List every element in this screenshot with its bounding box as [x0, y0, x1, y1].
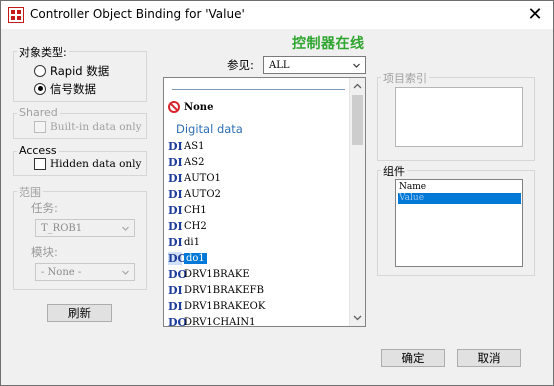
signal-data-radio[interactable]	[34, 82, 46, 95]
chevron-down-icon	[353, 63, 360, 68]
index-label: 项目索引	[381, 70, 429, 86]
controller-online-status: 控制器在线	[292, 36, 365, 52]
list-item[interactable]: DI AS1	[168, 138, 204, 154]
built-in-data-checkbox	[34, 121, 46, 133]
list-item-selected[interactable]: DO do1	[168, 250, 207, 266]
signal-name: AUTO1	[184, 172, 221, 184]
list-scrollbar[interactable]	[349, 78, 365, 326]
signal-name: CH1	[184, 204, 207, 216]
shared-group: Shared Built-in data only	[13, 106, 147, 139]
list-item[interactable]: DI CH1	[168, 202, 207, 218]
signal-type-badge: DO	[168, 251, 188, 265]
rapid-data-radio[interactable]	[34, 64, 46, 77]
none-label: None	[184, 101, 214, 113]
task-value: T_ROB1	[41, 222, 83, 234]
object-type-label: 对象类型:	[17, 44, 69, 60]
controller-object-binding-dialog: Controller Object Binding for 'Value' ✕ …	[0, 0, 554, 386]
signal-name: AUTO2	[184, 188, 221, 200]
built-in-data-label: Built-in data only	[50, 121, 142, 133]
refresh-button[interactable]: 刷新	[47, 304, 112, 322]
view-label: 参见:	[227, 58, 254, 72]
signal-type-badge: DI	[168, 187, 183, 201]
shared-label: Shared	[17, 106, 60, 119]
module-label: 模块:	[31, 245, 58, 259]
signal-name: do1	[184, 252, 207, 264]
signal-type-badge: DI	[168, 219, 183, 233]
chevron-down-icon	[122, 226, 129, 231]
app-icon	[8, 7, 24, 23]
signal-type-badge: DO	[168, 267, 188, 281]
view-filter-combo[interactable]: ALL	[263, 56, 366, 74]
chevron-down-icon	[122, 270, 129, 275]
cancel-button[interactable]: 取消	[457, 349, 521, 367]
signal-data-radio-row[interactable]: 信号数据	[34, 81, 96, 96]
list-item[interactable]: DI CH2	[168, 218, 207, 234]
component-item-name[interactable]: Name	[398, 182, 521, 193]
index-panel	[395, 87, 523, 147]
list-item[interactable]: DI AUTO2	[168, 186, 221, 202]
module-combo: - None -	[35, 263, 135, 281]
signal-type-badge: DI	[168, 283, 183, 297]
hidden-data-label: Hidden data only	[50, 158, 142, 170]
hidden-data-row[interactable]: Hidden data only	[34, 157, 141, 171]
window-title: Controller Object Binding for 'Value'	[30, 7, 245, 21]
module-value: - None -	[41, 266, 82, 278]
list-item[interactable]: DO DRV1CHAIN1	[168, 314, 255, 327]
task-combo: T_ROB1	[35, 219, 135, 237]
object-type-group: 对象类型: Rapid 数据 信号数据	[13, 44, 147, 102]
list-item[interactable]: DI di1	[168, 234, 200, 250]
component-label: 组件	[381, 163, 407, 179]
signal-name: di1	[184, 236, 200, 248]
access-label: Access	[17, 144, 59, 157]
signal-name: DRV1CHAIN1	[184, 316, 256, 327]
signal-name: CH2	[184, 220, 207, 232]
signal-type-badge: DO	[168, 315, 188, 327]
signal-type-badge: DI	[168, 235, 183, 249]
hidden-data-checkbox[interactable]	[34, 158, 46, 170]
scope-label: 范围	[17, 184, 43, 200]
rapid-data-label: Rapid 数据	[50, 63, 110, 78]
signal-list[interactable]: None Digital data DI AS1 DI AS2 DI AUTO1…	[163, 77, 366, 327]
scroll-down-icon[interactable]	[350, 310, 365, 326]
close-button[interactable]: ✕	[525, 5, 545, 25]
ok-button[interactable]: 确定	[381, 349, 445, 367]
signal-type-badge: DI	[168, 203, 183, 217]
signal-name: DRV1BRAKEFB	[184, 284, 264, 296]
component-item-value[interactable]: Value	[398, 193, 521, 204]
built-in-data-row: Built-in data only	[34, 120, 142, 134]
section-header-digital-data: Digital data	[176, 122, 243, 136]
view-filter-value: ALL	[269, 59, 290, 71]
list-item[interactable]: DO DRV1BRAKE	[168, 266, 250, 282]
list-item[interactable]: DI AUTO1	[168, 170, 221, 186]
signal-type-badge: DI	[168, 155, 183, 169]
rapid-data-radio-row[interactable]: Rapid 数据	[34, 63, 109, 78]
title-bar: Controller Object Binding for 'Value' ✕	[1, 1, 553, 29]
signal-name: DRV1BRAKEOK	[184, 300, 266, 312]
list-separator	[172, 89, 345, 90]
no-entry-icon	[168, 101, 180, 113]
list-item[interactable]: DI DRV1BRAKEOK	[168, 298, 265, 314]
signal-name: AS1	[184, 140, 205, 152]
access-group: Access Hidden data only	[13, 144, 147, 176]
list-item[interactable]: DI DRV1BRAKEFB	[168, 282, 264, 298]
signal-type-badge: DI	[168, 139, 183, 153]
list-item[interactable]: DI AS2	[168, 154, 204, 170]
scrollbar-thumb[interactable]	[352, 95, 363, 145]
signal-type-badge: DI	[168, 171, 183, 185]
task-label: 任务:	[31, 201, 58, 215]
list-item-none[interactable]: None	[168, 99, 213, 115]
signal-name: DRV1BRAKE	[184, 268, 250, 280]
signal-name: AS2	[184, 156, 205, 168]
signal-data-label: 信号数据	[50, 81, 96, 96]
scroll-up-icon[interactable]	[350, 78, 365, 94]
component-list[interactable]: Name Value	[395, 179, 523, 267]
signal-type-badge: DI	[168, 299, 183, 313]
